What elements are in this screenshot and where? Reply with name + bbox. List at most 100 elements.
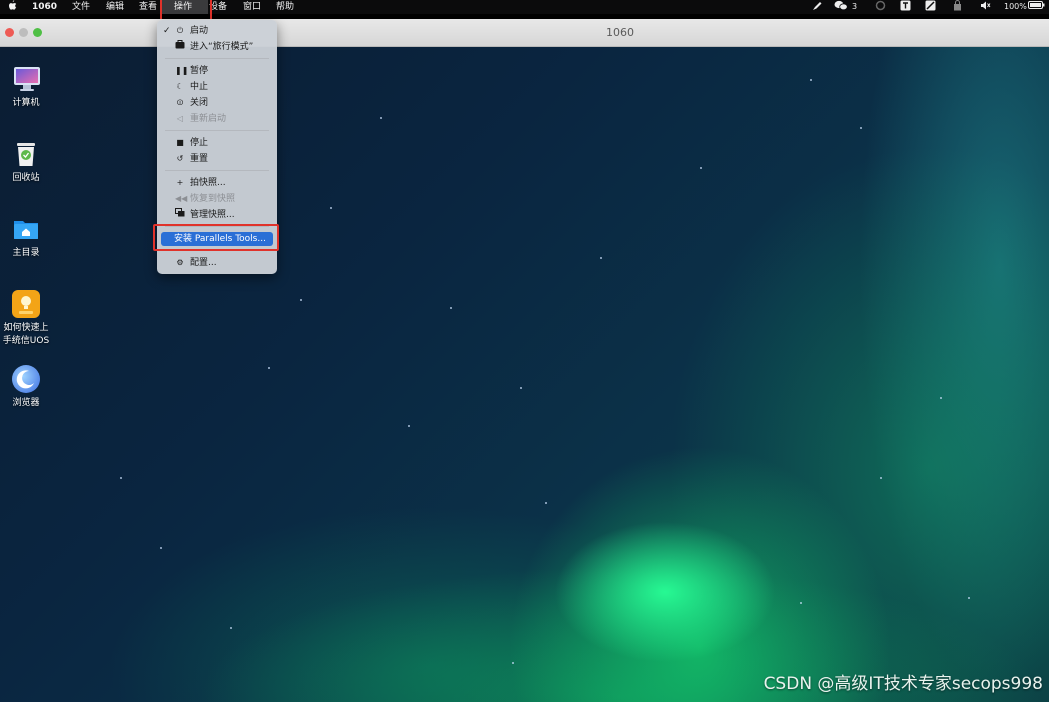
desktop-icon-label: 浏览器 xyxy=(12,398,40,408)
pause-icon: ❚❚ xyxy=(175,66,189,75)
volume-muted-icon[interactable] xyxy=(980,0,991,14)
desktop-icon-label: 主目录 xyxy=(12,248,40,258)
star-decoration xyxy=(450,307,452,309)
menu-item-label: 重新启动 xyxy=(190,114,227,124)
plus-icon: + xyxy=(176,178,184,187)
menu-item-shutdown[interactable]: ⏼ 关闭 xyxy=(157,95,277,111)
menu-item-restart[interactable]: ◁ 重新启动 xyxy=(157,111,277,127)
menu-item-label: 配置... xyxy=(190,258,217,268)
menu-view[interactable]: 查看 xyxy=(139,0,157,14)
star-decoration xyxy=(800,602,802,604)
menu-item-pause[interactable]: ❚❚ 暂停 xyxy=(157,63,277,79)
menu-window[interactable]: 窗口 xyxy=(243,0,261,14)
battery-percent: 100% xyxy=(1004,2,1027,11)
menu-item-travel-mode[interactable]: 进入“旅行模式” xyxy=(157,39,277,55)
power-off-icon: ⏼ xyxy=(176,98,184,107)
desktop-icon-computer[interactable]: 计算机 xyxy=(0,65,52,110)
trash-icon xyxy=(12,140,40,168)
reset-icon: ↺ xyxy=(176,154,184,163)
star-decoration xyxy=(545,502,547,504)
menu-item-label: 启动 xyxy=(190,26,209,36)
apple-menu-icon[interactable] xyxy=(8,0,17,15)
battery-icon[interactable] xyxy=(1028,0,1045,14)
home-folder-icon xyxy=(12,215,40,243)
menu-item-revert-snapshot[interactable]: ◀◀ 恢复到快照 xyxy=(157,191,277,207)
suitcase-icon xyxy=(175,39,185,55)
checkmark-icon: ✓ xyxy=(163,26,171,36)
menu-file[interactable]: 文件 xyxy=(72,0,90,14)
menu-highlight-box xyxy=(160,0,212,21)
menu-item-suspend[interactable]: ☾ 中止 xyxy=(157,79,277,95)
star-decoration xyxy=(880,477,882,479)
star-decoration xyxy=(810,79,812,81)
wechat-count: 3 xyxy=(852,2,858,11)
sync-status-icon[interactable] xyxy=(875,0,886,14)
star-decoration xyxy=(940,397,942,399)
star-decoration xyxy=(330,207,332,209)
menu-item-label: 关闭 xyxy=(190,98,209,108)
star-decoration xyxy=(268,367,270,369)
star-decoration xyxy=(160,547,162,549)
menu-item-label: 中止 xyxy=(190,82,209,92)
help-bulb-icon xyxy=(12,290,40,318)
stop-icon: ■ xyxy=(176,138,184,147)
wechat-status-icon[interactable] xyxy=(834,0,848,14)
minimize-window-button[interactable] xyxy=(19,28,28,37)
text-tool-status-icon[interactable] xyxy=(900,0,911,14)
desktop-icon-trash[interactable]: 回收站 xyxy=(0,140,52,185)
star-decoration xyxy=(968,597,970,599)
desktop-icon-label-line2: 手统信UOS xyxy=(2,336,50,346)
install-tools-highlight-box xyxy=(153,224,279,251)
menu-item-label: 管理快照... xyxy=(190,210,235,220)
star-decoration xyxy=(520,387,522,389)
pen-status-icon[interactable] xyxy=(812,0,823,14)
app-name-menu[interactable]: 1060 xyxy=(32,0,57,14)
menu-edit[interactable]: 编辑 xyxy=(106,0,124,14)
lock-status-icon[interactable] xyxy=(953,0,962,14)
desktop-icon-label-line1: 如何快速上 xyxy=(3,323,49,333)
menu-item-label: 进入“旅行模式” xyxy=(190,42,254,52)
desktop-icon-browser[interactable]: 浏览器 xyxy=(0,365,52,410)
star-decoration xyxy=(230,627,232,629)
menu-separator xyxy=(165,170,269,171)
menu-help[interactable]: 帮助 xyxy=(276,0,294,14)
computer-icon xyxy=(12,65,40,93)
menu-separator xyxy=(165,58,269,59)
snapshots-icon xyxy=(175,207,185,223)
desktop-icon-label: 计算机 xyxy=(12,98,40,108)
zoom-window-button[interactable] xyxy=(33,28,42,37)
menu-item-stop[interactable]: ■ 停止 xyxy=(157,135,277,151)
menu-item-label: 恢复到快照 xyxy=(190,194,236,204)
restart-icon: ◁ xyxy=(176,114,184,123)
star-decoration xyxy=(380,117,382,119)
close-window-button[interactable] xyxy=(5,28,14,37)
menu-item-manage-snapshots[interactable]: 管理快照... xyxy=(157,207,277,223)
screenshot-status-icon[interactable] xyxy=(925,0,936,14)
star-decoration xyxy=(300,299,302,301)
window-title: 1060 xyxy=(606,26,634,39)
power-icon: ⏻ xyxy=(176,26,184,35)
watermark-text: CSDN @高级IT技术专家secops998 xyxy=(763,674,1043,694)
menu-item-label: 拍快照... xyxy=(190,178,226,188)
star-decoration xyxy=(120,477,122,479)
desktop-icon-home[interactable]: 主目录 xyxy=(0,215,52,260)
menu-item-label: 重置 xyxy=(190,154,209,164)
star-decoration xyxy=(600,257,602,259)
menu-item-start[interactable]: ✓ ⏻ 启动 xyxy=(157,23,277,39)
menu-item-label: 暂停 xyxy=(190,66,209,76)
menu-item-reset[interactable]: ↺ 重置 xyxy=(157,151,277,167)
star-decoration xyxy=(860,127,862,129)
rewind-icon: ◀◀ xyxy=(175,194,188,203)
menu-item-configure[interactable]: ⚙ 配置... xyxy=(157,255,277,271)
gear-icon: ⚙ xyxy=(176,258,184,267)
menu-bar: 1060 文件 编辑 查看 操作 设备 窗口 帮助 3 100% xyxy=(0,0,1049,14)
star-decoration xyxy=(512,662,514,664)
menu-separator xyxy=(165,130,269,131)
desktop-icon-help[interactable]: 如何快速上 手统信UOS xyxy=(0,290,52,348)
desktop-icon-label: 回收站 xyxy=(12,173,40,183)
menu-item-take-snapshot[interactable]: + 拍快照... xyxy=(157,175,277,191)
menu-item-label: 停止 xyxy=(190,138,209,148)
moon-icon: ☾ xyxy=(176,82,184,91)
star-decoration xyxy=(408,425,410,427)
browser-icon xyxy=(12,365,40,393)
